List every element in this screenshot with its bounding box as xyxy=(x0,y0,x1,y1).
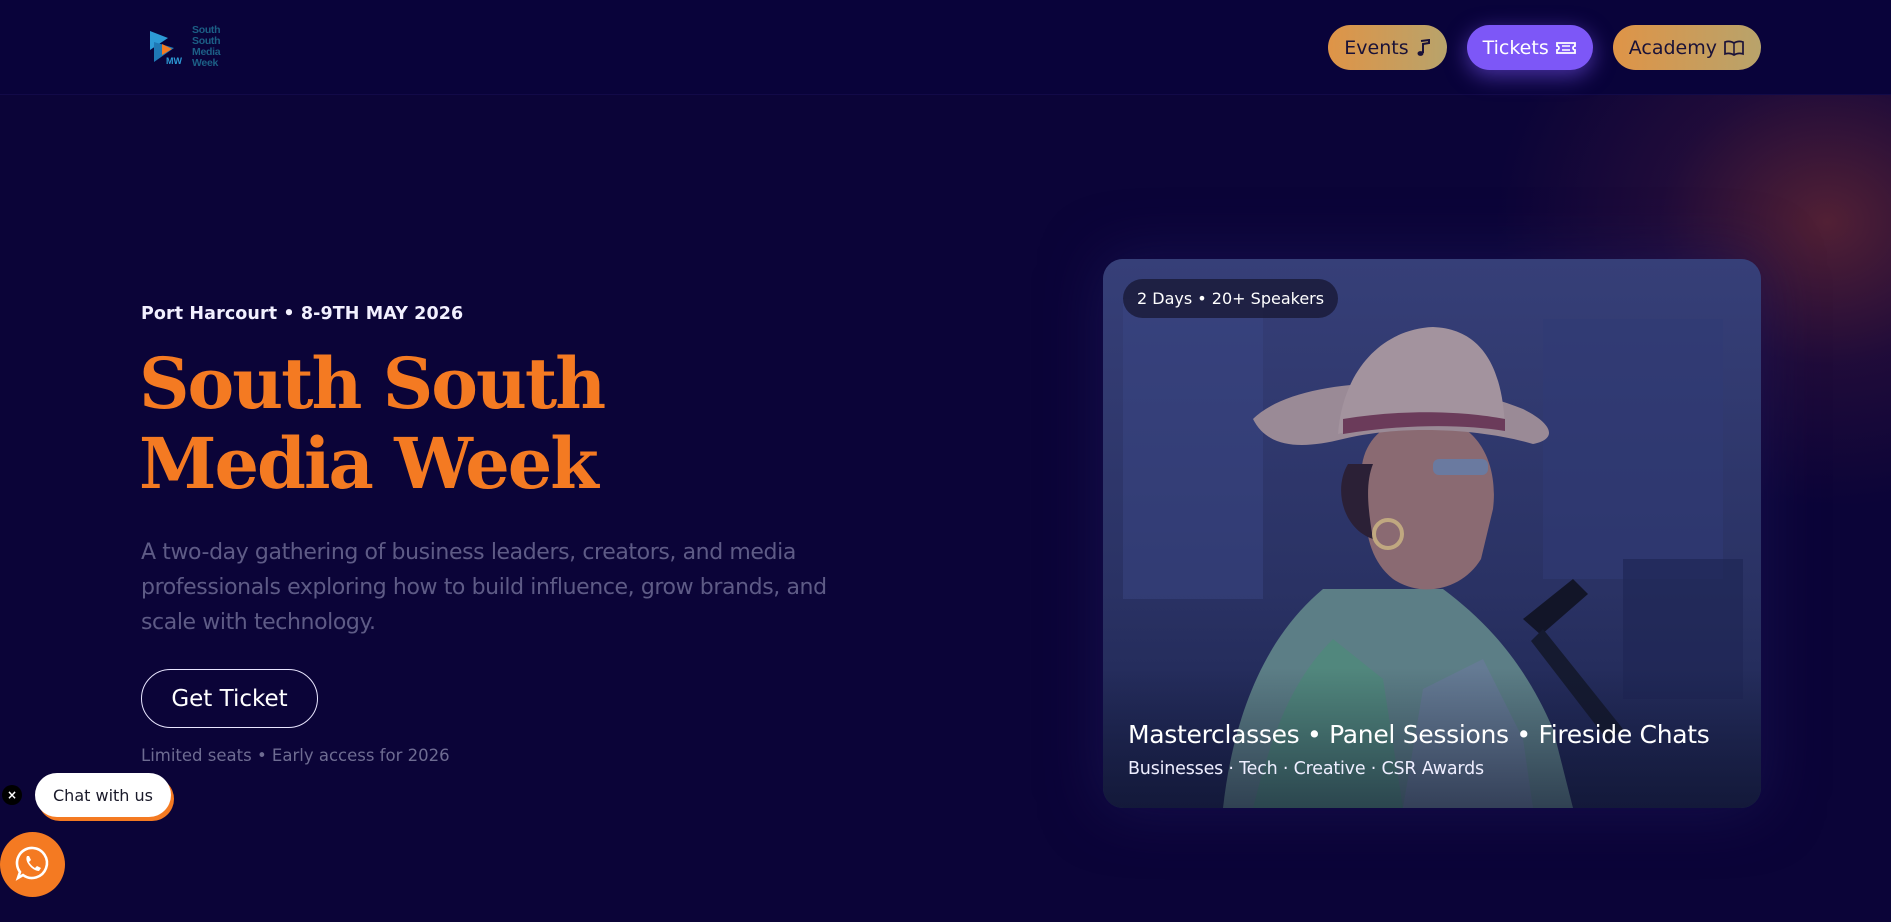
card-subtitle: Businesses · Tech · Creative · CSR Award… xyxy=(1128,759,1484,779)
nav-events-label: Events xyxy=(1344,36,1409,59)
logo-mark-letters: MW xyxy=(166,56,182,66)
get-ticket-button[interactable]: Get Ticket xyxy=(141,669,318,728)
card-title: Masterclasses • Panel Sessions • Firesid… xyxy=(1128,720,1710,749)
nav-events-button[interactable]: Events xyxy=(1328,25,1447,70)
hero-description: A two-day gathering of business leaders,… xyxy=(141,540,827,635)
availability-note: Limited seats • Early access for 2026 xyxy=(141,746,450,765)
open-book-icon xyxy=(1723,39,1745,57)
chat-close-button[interactable]: × xyxy=(2,785,22,805)
nav-academy-label: Academy xyxy=(1628,36,1717,59)
site-header: MW South South Media Week Events Tickets xyxy=(0,0,1891,95)
whatsapp-icon xyxy=(14,844,52,886)
site-logo[interactable]: MW South South Media Week xyxy=(148,25,248,69)
ticket-icon xyxy=(1555,40,1577,56)
logo-text-line2: Media Week xyxy=(192,46,221,69)
music-note-icon xyxy=(1415,38,1431,57)
nav-academy-button[interactable]: Academy xyxy=(1612,25,1761,70)
whatsapp-button[interactable] xyxy=(0,832,65,897)
logo-text: South South Media Week xyxy=(192,25,248,69)
page-title-line2: Media Week xyxy=(139,422,599,505)
logo-text-line1: South South xyxy=(192,24,221,47)
chat-with-us-bubble[interactable]: Chat with us xyxy=(35,773,171,817)
event-highlight-card: 2 Days • 20+ Speakers Masterclasses • Pa… xyxy=(1103,259,1761,808)
main-nav: Events Tickets Academy xyxy=(1328,25,1761,70)
logo-mark-icon: MW xyxy=(148,28,190,66)
event-stats-badge: 2 Days • 20+ Speakers xyxy=(1123,279,1339,318)
nav-tickets-button[interactable]: Tickets xyxy=(1466,25,1593,70)
page-title-line1: South South xyxy=(139,342,606,425)
event-location-date: Port Harcourt • 8-9TH MAY 2026 xyxy=(141,304,464,324)
page-title: South South Media Week xyxy=(139,344,699,504)
nav-tickets-label: Tickets xyxy=(1482,36,1549,59)
landing-page: MW South South Media Week Events Tickets xyxy=(0,0,1891,922)
